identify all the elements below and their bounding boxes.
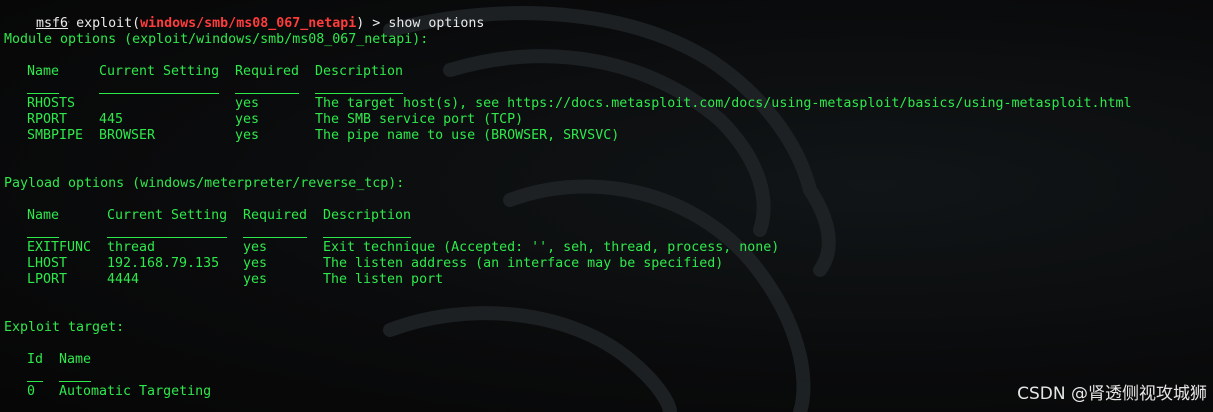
table-row: RPORT 445 yes The SMB service port (TCP) [27, 112, 524, 127]
table-row: LPORT 4444 yes The listen port [27, 272, 444, 287]
table-row: EXITFUNC thread yes Exit technique (Acce… [27, 240, 780, 255]
payload-options-underline [4, 224, 1204, 240]
exploit-target-title: Exploit target: [4, 320, 125, 335]
module-options-header: Name Current Setting Required Descriptio… [27, 64, 404, 79]
kali-dragon-watermark [383, 6, 836, 412]
prompt-command: show options [388, 16, 485, 31]
prompt-app: msf6 [36, 16, 69, 31]
module-options-underline [4, 80, 1204, 96]
payload-options-header: Name Current Setting Required Descriptio… [27, 208, 412, 223]
table-row: 0 Automatic Targeting [27, 384, 212, 399]
table-row: LHOST 192.168.79.135 yes The listen addr… [27, 256, 724, 271]
exploit-target-underline [4, 368, 404, 384]
terminal-window[interactable]: ·· ··· · msf6 exploit(windows/smb/ms08_0… [0, 0, 1213, 412]
exploit-target-header: Id Name [27, 352, 92, 367]
prompt-line: msf6 exploit(windows/smb/ms08_067_netapi… [36, 16, 485, 31]
prompt-module: windows/smb/ms08_067_netapi [140, 16, 357, 31]
table-row: RHOSTS yes The target host(s), see https… [27, 96, 1132, 111]
module-options-title: Module options (exploit/windows/smb/ms08… [4, 32, 429, 47]
table-row: SMBPIPE BROWSER yes The pipe name to use… [27, 128, 620, 143]
payload-options-title: Payload options (windows/meterpreter/rev… [4, 176, 405, 191]
csdn-watermark: CSDN @肾透侧视攻城狮 [1017, 384, 1207, 404]
